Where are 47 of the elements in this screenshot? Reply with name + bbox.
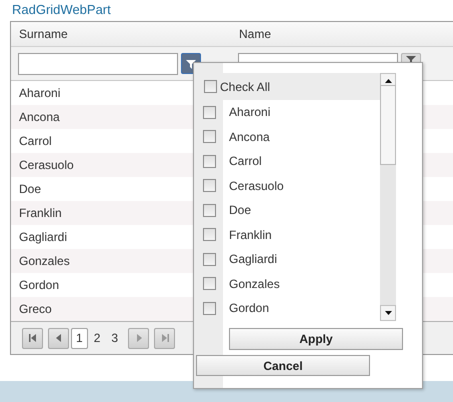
previous-page-button[interactable] — [48, 328, 69, 348]
checkbox[interactable] — [203, 154, 216, 168]
table-cell-text: Carrol — [18, 133, 52, 150]
table-cell-text: Ancona — [18, 109, 60, 126]
filter-option[interactable]: Gagliardi — [223, 250, 278, 268]
checkbox[interactable] — [204, 80, 217, 93]
table-cell-text: Greco — [18, 301, 52, 318]
filter-option[interactable]: Carrol — [223, 152, 262, 170]
checkbox[interactable] — [203, 130, 216, 144]
filter-option[interactable]: Doe — [223, 201, 252, 220]
column-header[interactable]: Surname — [19, 27, 68, 41]
checkbox[interactable] — [203, 106, 216, 119]
filter-option[interactable]: Aharoni — [223, 103, 270, 122]
page-link[interactable]: 3 — [106, 328, 124, 348]
checkbox[interactable] — [203, 277, 216, 290]
filter-option[interactable]: Gonzales — [223, 274, 280, 293]
checkbox[interactable] — [203, 228, 216, 242]
table-cell-text: Aharoni — [18, 85, 60, 102]
last-page-button[interactable] — [154, 328, 176, 348]
column-header[interactable]: Name — [239, 27, 272, 41]
filter-option[interactable]: Cerasuolo — [223, 176, 284, 195]
check-all-label[interactable]: Check All — [220, 78, 270, 96]
checkbox[interactable] — [203, 302, 216, 315]
filter-option[interactable]: Gordon — [223, 299, 270, 318]
table-cell-text: Gonzales — [18, 253, 70, 270]
checkbox[interactable] — [203, 252, 216, 266]
webpart-title: RadGridWebPart — [11, 1, 112, 19]
table-cell-text: Gagliardi — [18, 229, 68, 246]
up-arrow-icon — [384, 79, 392, 83]
table-cell-text: Gordon — [18, 277, 60, 294]
table-cell-text: Doe — [18, 181, 42, 198]
table-cell-text: Cerasuolo — [18, 157, 74, 174]
checkbox[interactable] — [203, 204, 216, 217]
filter-field[interactable] — [18, 52, 178, 74]
filter-option[interactable]: Ancona — [223, 128, 270, 146]
page-link[interactable]: 1 — [71, 328, 88, 348]
next-page-button[interactable] — [128, 328, 150, 348]
checkbox[interactable] — [203, 179, 216, 192]
table-cell-text: Franklin — [18, 205, 62, 222]
left-arrow-icon — [26, 332, 38, 344]
cancel-button[interactable]: Cancel — [196, 355, 370, 376]
apply-button[interactable]: Apply — [229, 328, 403, 350]
first-page-button[interactable] — [22, 328, 43, 348]
filter-option[interactable]: Franklin — [223, 226, 272, 244]
down-arrow-icon — [384, 311, 392, 315]
page-link[interactable]: 2 — [88, 328, 106, 348]
scrollbar[interactable] — [380, 73, 396, 321]
